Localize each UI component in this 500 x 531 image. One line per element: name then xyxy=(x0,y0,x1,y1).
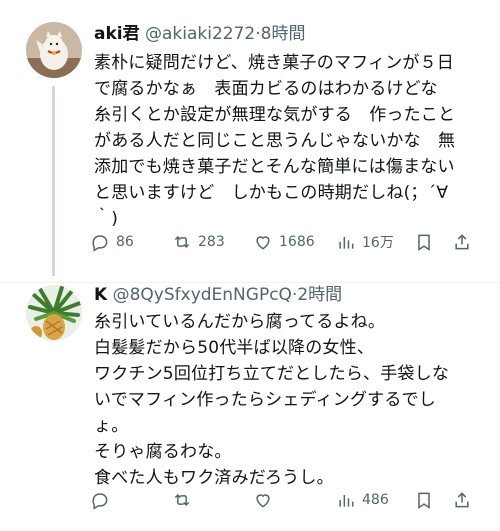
tweet[interactable]: aki君 @akiaki2272·8時間 素朴に疑問だけど、焼き菓子のマフィンが… xyxy=(0,0,500,283)
reply-icon xyxy=(92,493,108,510)
timestamp[interactable]: 8時間 xyxy=(261,24,306,44)
bookmark-icon xyxy=(418,492,430,509)
display-name[interactable]: K xyxy=(94,285,107,305)
text-line: 素朴に疑問だけど、焼き菓子のマフィンが５日 xyxy=(94,53,455,73)
retweet-button[interactable] xyxy=(172,488,198,512)
reply-button[interactable] xyxy=(90,488,116,512)
tweet-header: aki君 @akiaki2272·8時間 xyxy=(94,22,480,46)
reply-icon xyxy=(92,235,108,252)
thread-line xyxy=(52,86,55,276)
views-count: 16万 xyxy=(362,235,394,251)
text-line: と思いますけど しかもこの時期だしね(；´∀ xyxy=(94,183,449,203)
like-button[interactable] xyxy=(253,488,279,512)
retweet-button[interactable]: 283 xyxy=(172,230,225,254)
tweet-text: 糸引いているんだから腐ってるよね。 白髪髪だから50代半ば以降の女性、 ワクチン… xyxy=(94,309,482,491)
action-bar: 486 xyxy=(90,488,480,512)
retweet-icon xyxy=(174,235,190,249)
user-handle[interactable]: @akiaki2272 xyxy=(145,24,255,44)
retweet-icon xyxy=(174,493,190,507)
share-button[interactable] xyxy=(452,488,472,512)
reply-count: 86 xyxy=(116,234,134,250)
text-line: 添加でも焼き菓子だとそんな簡単には傷まない xyxy=(94,157,455,177)
views-button[interactable]: 486 xyxy=(336,488,389,512)
text-line: ょ。 xyxy=(94,416,129,436)
action-bar: 86 283 1686 16万 xyxy=(90,230,480,254)
reply-button[interactable]: 86 xyxy=(90,230,134,254)
views-button[interactable]: 16万 xyxy=(336,230,394,254)
tweet[interactable]: K @8QySfxydEnNGPcQ·2時間 糸引いているんだから腐ってるよね。… xyxy=(0,283,500,531)
views-count: 486 xyxy=(362,492,389,508)
views-icon xyxy=(339,237,354,249)
share-button[interactable] xyxy=(452,230,472,254)
display-name[interactable]: aki君 xyxy=(94,24,140,44)
text-line: そりゃ腐るわな。 xyxy=(94,442,232,462)
share-icon xyxy=(455,234,469,250)
tweet-header: K @8QySfxydEnNGPcQ·2時間 xyxy=(94,283,480,307)
avatar[interactable] xyxy=(26,22,82,78)
text-line: ｀) xyxy=(94,209,119,229)
bookmark-button[interactable] xyxy=(414,230,434,254)
views-icon xyxy=(339,495,354,507)
text-line: 糸引いているんだから腐ってるよね。 xyxy=(94,312,386,332)
retweet-count: 283 xyxy=(198,234,225,250)
tweet-text: 素朴に疑問だけど、焼き菓子のマフィンが５日 で腐るかなぁ 表面カビるのはわかるけ… xyxy=(94,50,482,232)
bookmark-icon xyxy=(418,234,430,251)
text-line: 白髪髪だから50代半ば以降の女性、 xyxy=(94,338,375,358)
like-icon xyxy=(256,236,270,250)
text-line: 糸引くとか設定が無理な気がする 作ったこと xyxy=(94,105,456,125)
timestamp[interactable]: 2時間 xyxy=(297,285,342,305)
text-line: がある人だと同じこと思うんじゃないかな 無 xyxy=(94,131,456,151)
share-icon xyxy=(455,492,469,508)
text-line: いでマフィン作ったらシェディングするでし xyxy=(94,390,436,410)
bookmark-button[interactable] xyxy=(414,488,434,512)
like-count: 1686 xyxy=(279,234,315,250)
avatar[interactable] xyxy=(26,285,82,341)
user-handle[interactable]: @8QySfxydEnNGPcQ xyxy=(113,285,292,305)
like-button[interactable]: 1686 xyxy=(253,230,315,254)
text-line: ワクチン5回位打ち立てだとしたら、手袋しな xyxy=(94,364,450,384)
text-line: で腐るかなぁ 表面カビるのはわかるけどな xyxy=(94,79,438,99)
like-icon xyxy=(256,494,270,508)
